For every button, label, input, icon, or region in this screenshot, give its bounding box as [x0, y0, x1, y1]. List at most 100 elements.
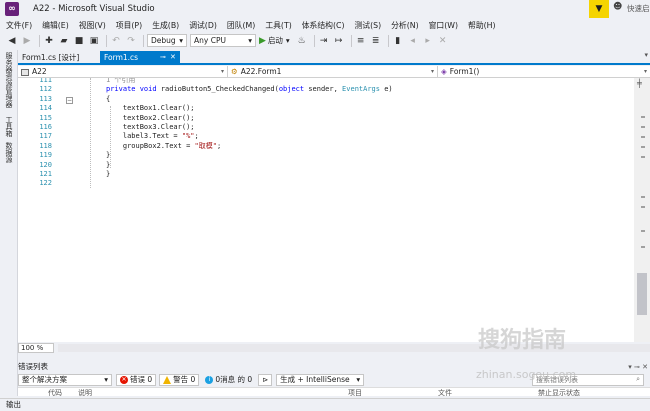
split-icon[interactable]: ╪ — [637, 79, 642, 88]
warnings-filter-button[interactable]: 警告 0 — [159, 373, 200, 386]
comment-icon[interactable]: ≡ — [355, 35, 367, 47]
output-tab[interactable]: 输出 — [0, 398, 650, 411]
warning-icon — [163, 375, 172, 384]
member-select[interactable]: ◈ Form1() ▾ — [438, 66, 650, 78]
line-number: 118 — [39, 141, 52, 150]
solution-platform-select[interactable]: Any CPU ▾ — [190, 34, 256, 47]
chevron-down-icon: ▾ — [643, 68, 647, 75]
navigate-back-icon[interactable]: ◀ — [6, 35, 18, 47]
project-select[interactable]: A22 ▾ — [18, 66, 228, 78]
feedback-flag-icon[interactable]: ▼ — [589, 0, 609, 18]
menu-item[interactable]: 项目(P) — [116, 20, 142, 31]
chevron-down-icon: ▾ — [430, 68, 434, 75]
menu-item[interactable]: 体系结构(C) — [302, 20, 345, 31]
close-icon[interactable]: ✕ — [170, 51, 176, 64]
error-column-header[interactable]: 文件 — [438, 388, 452, 398]
code-token: "取模" — [194, 141, 217, 150]
next-bookmark-icon[interactable]: ▸ — [422, 35, 434, 47]
tab-form1-code[interactable]: Form1.cs — [100, 51, 180, 64]
solution-configuration-select[interactable]: Debug ▾ — [147, 34, 187, 47]
line-number: 117 — [39, 132, 52, 141]
menu-item[interactable]: 编辑(E) — [42, 20, 69, 31]
undo-icon[interactable]: ↶ — [110, 35, 122, 47]
chevron-down-icon: ▾ — [179, 36, 183, 45]
chevron-down-icon[interactable]: ▾ — [644, 51, 648, 59]
error-column-header[interactable]: 禁止显示状态 — [538, 388, 580, 398]
navigate-forward-icon[interactable]: ▶ — [21, 35, 33, 47]
code-text: } — [106, 170, 110, 179]
bookmark-icon[interactable]: ▮ — [392, 35, 404, 47]
error-column-header[interactable]: 代码 — [48, 388, 62, 398]
menu-item[interactable]: 窗口(W) — [429, 20, 458, 31]
editor-vertical-scrollbar[interactable]: ╪ — [634, 78, 650, 342]
toolbox-tab[interactable]: 工具箱 — [4, 116, 14, 137]
data-sources-tab[interactable]: 数据源 — [4, 142, 14, 163]
zoom-select[interactable]: 100 % — [18, 342, 54, 353]
menu-item[interactable]: 调试(D) — [189, 20, 217, 31]
code-token: e) — [384, 85, 393, 94]
code-lens-reference[interactable]: 1 个引用 — [106, 78, 135, 84]
code-line: 111 1 个引用 — [18, 78, 634, 85]
scroll-mark — [641, 156, 645, 158]
start-debug-button[interactable]: ▶ 启动 ▾ — [259, 35, 290, 46]
code-token: ; — [216, 141, 222, 150]
menu-item[interactable]: 测试(S) — [354, 20, 381, 31]
code-text: private void radioButton5_CheckedChanged… — [106, 85, 393, 94]
clear-bookmarks-icon[interactable]: ✕ — [437, 35, 449, 47]
code-text: groupBox2.Text = "取模"; — [106, 142, 221, 151]
code-token: "%" — [181, 132, 195, 141]
code-token: void — [139, 85, 161, 94]
code-text: { — [106, 95, 110, 104]
redo-icon[interactable]: ↷ — [125, 35, 137, 47]
tab-form1-design[interactable]: Form1.cs [设计] — [18, 51, 100, 64]
filter-icon[interactable]: ⊳ — [258, 373, 273, 386]
error-list-columns: 代码 说明 项目 文件 禁止显示状态 — [18, 387, 650, 398]
step-over-icon[interactable]: ↦ — [333, 35, 345, 47]
open-file-icon[interactable]: ▰ — [58, 35, 70, 47]
errors-filter-button[interactable]: ✕ 错误 0 — [116, 373, 157, 386]
step-into-icon[interactable]: ⇥ — [318, 35, 330, 47]
save-icon[interactable]: ■ — [73, 35, 85, 47]
code-line: 116 textBox3.Clear(); — [18, 123, 634, 132]
code-editor[interactable]: − 111 1 个引用 112 private void radioButton5_C… — [18, 78, 634, 342]
line-number: 114 — [39, 104, 52, 113]
new-project-icon[interactable]: ✚ — [43, 35, 55, 47]
title-bar: ∞ A22 - Microsoft Visual Studio ▼ ☻ 快速启 — [0, 0, 650, 18]
code-text: } — [106, 151, 110, 160]
code-token: textBox3.Clear(); — [106, 123, 195, 131]
messages-filter-button[interactable]: i 0消息 的 0 — [202, 374, 255, 386]
build-filter-select[interactable]: 生成 + IntelliSense ▾ — [276, 373, 365, 386]
server-explorer-tab[interactable]: 服务器资源管理器 — [4, 52, 14, 108]
quick-launch-input[interactable]: 快速启 — [627, 3, 650, 14]
error-column-header[interactable]: 项目 — [348, 388, 362, 398]
code-token: label3.Text = — [106, 132, 182, 141]
scroll-mark — [641, 146, 645, 148]
menu-item[interactable]: 分析(N) — [391, 20, 419, 31]
browser-link-icon[interactable]: ♨ — [296, 35, 308, 47]
code-line: 119} — [18, 151, 634, 160]
pin-icon[interactable]: ⊸ — [160, 51, 166, 64]
visual-studio-logo-icon: ∞ — [5, 2, 19, 16]
user-account-icon[interactable]: ☻ — [613, 2, 622, 12]
error-scope-select[interactable]: 整个解决方案 ▾ — [18, 373, 112, 386]
line-number: 119 — [39, 151, 52, 160]
menu-item[interactable]: 帮助(H) — [468, 20, 496, 31]
search-icon: ⌕ — [636, 375, 640, 383]
code-line: 120} — [18, 161, 634, 170]
scrollbar-thumb[interactable] — [637, 273, 647, 315]
prev-bookmark-icon[interactable]: ◂ — [407, 35, 419, 47]
menu-item[interactable]: 工具(T) — [265, 20, 291, 31]
error-column-header[interactable]: 说明 — [78, 388, 92, 398]
panel-pin-close-icon[interactable]: ▾ ⊸ ✕ — [628, 363, 648, 371]
class-select[interactable]: ⚙ A22.Form1 ▾ — [228, 66, 438, 78]
side-tool-strip: 服务器资源管理器 工具箱 数据源 — [0, 50, 18, 396]
menu-item[interactable]: 生成(B) — [152, 20, 179, 31]
error-icon: ✕ — [120, 375, 128, 384]
standard-toolbar: ◀ ▶ ✚ ▰ ■ ▣ ↶ ↷ Debug ▾ Any CPU ▾ ▶ 启动 ▾ ♨… — [0, 32, 650, 49]
menu-item[interactable]: 团队(M) — [227, 20, 255, 31]
uncomment-icon[interactable]: ≣ — [370, 35, 382, 47]
menu-item[interactable]: 视图(V) — [79, 20, 106, 31]
chevron-down-icon: ▾ — [248, 36, 252, 45]
menu-item[interactable]: 文件(F) — [6, 20, 32, 31]
save-all-icon[interactable]: ▣ — [88, 35, 100, 47]
